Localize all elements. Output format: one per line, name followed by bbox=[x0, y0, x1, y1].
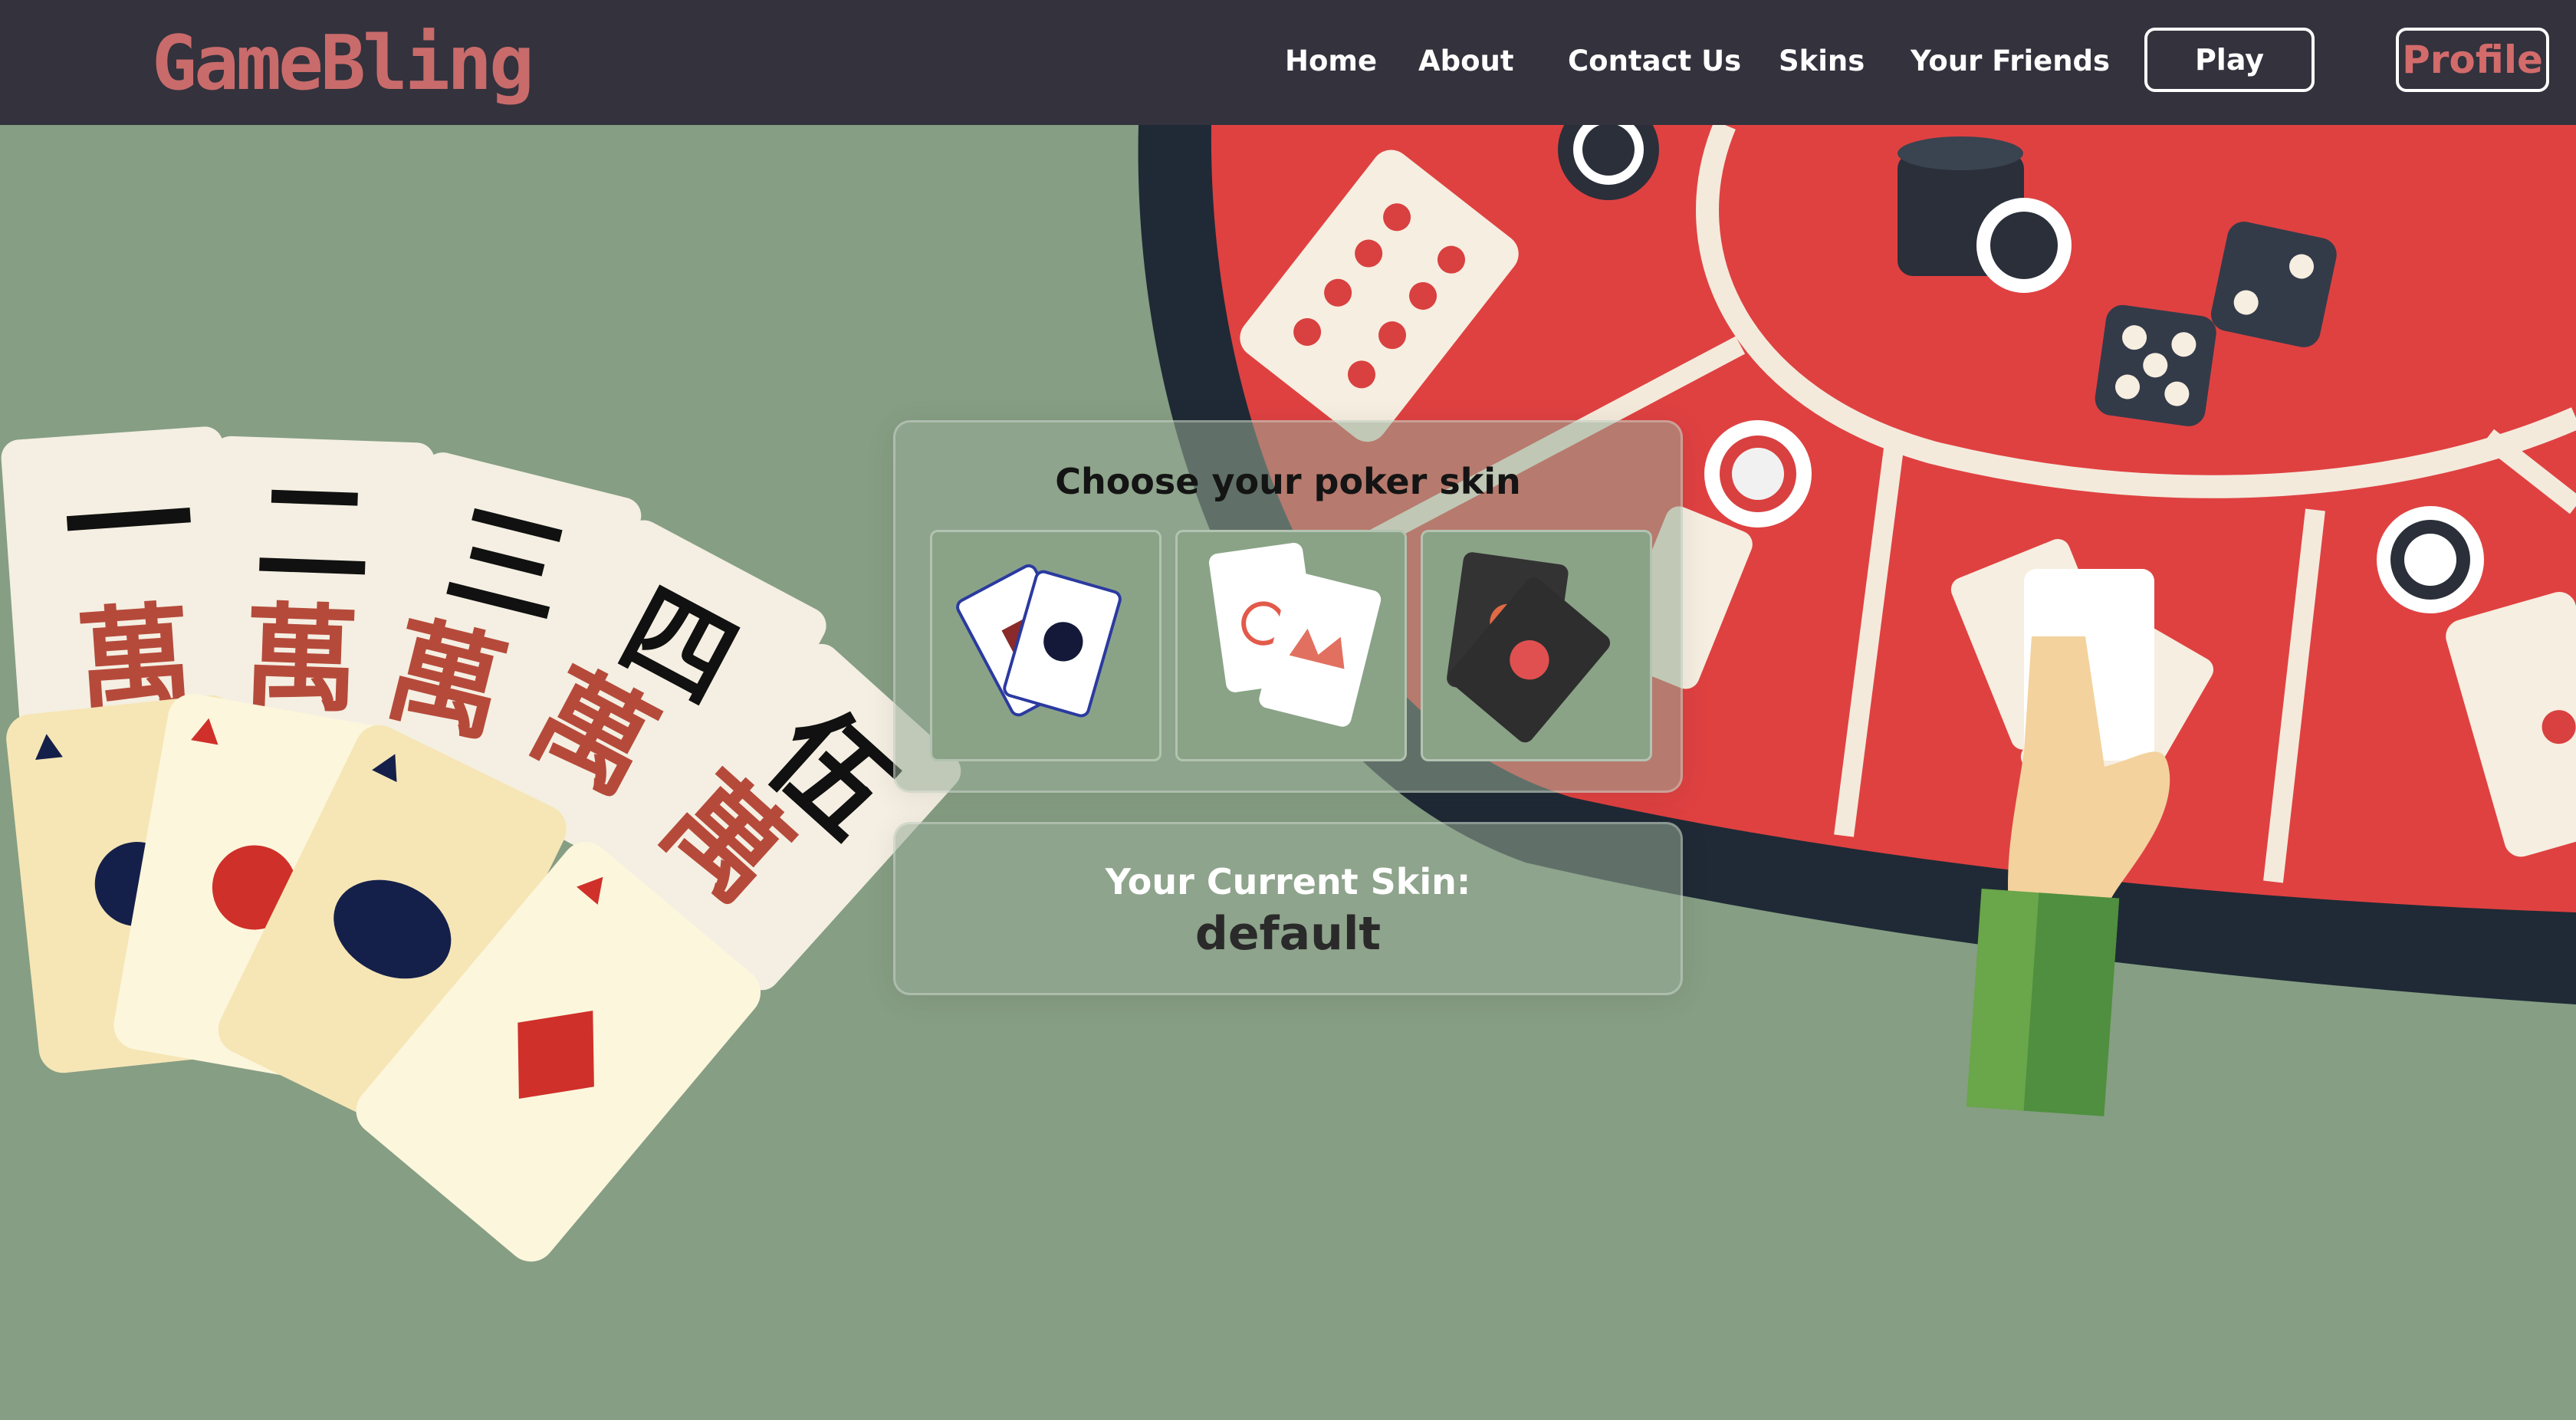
skin-option-dark[interactable] bbox=[1421, 530, 1652, 761]
skin-picker-title: Choose your poker skin bbox=[1055, 461, 1521, 502]
profile-button[interactable]: Profile bbox=[2396, 28, 2549, 92]
dice bbox=[2210, 222, 2337, 347]
svg-text:二: 二 bbox=[254, 464, 373, 603]
dark-cards-icon bbox=[1447, 552, 1611, 743]
current-skin-value: default bbox=[1194, 907, 1382, 961]
poker-chip bbox=[2377, 506, 2484, 613]
current-skin-panel: Your Current Skin: default bbox=[893, 822, 1683, 995]
nav-link-your-friends[interactable]: Your Friends bbox=[1911, 43, 2110, 80]
nav-link-home[interactable]: Home bbox=[1285, 43, 1377, 80]
skin-picker-panel: Choose your poker skin bbox=[893, 420, 1683, 793]
nav-link-about[interactable]: About bbox=[1418, 43, 1514, 80]
brand-logo[interactable]: GameBling bbox=[152, 21, 534, 106]
skin-option-modern[interactable] bbox=[1175, 530, 1407, 761]
classic-cards-icon bbox=[956, 564, 1122, 718]
nav-link-skins[interactable]: Skins bbox=[1779, 43, 1865, 80]
top-navbar: GameBling Home About Contact Us Skins Yo… bbox=[0, 0, 2576, 125]
svg-text:一: 一 bbox=[58, 444, 199, 606]
modern-cards-icon bbox=[1208, 542, 1382, 727]
mahjong-cards-illustration: 一 萬 二 萬 三 萬 四 萬 伍 萬 bbox=[1, 426, 961, 1262]
nav-link-contact-us[interactable]: Contact Us bbox=[1568, 43, 1741, 80]
play-button[interactable]: Play bbox=[2144, 28, 2315, 92]
skin-option-classic[interactable] bbox=[930, 530, 1162, 761]
poker-chip bbox=[1704, 420, 1812, 528]
current-skin-label: Your Current Skin: bbox=[1105, 861, 1471, 902]
dice bbox=[2095, 304, 2216, 426]
